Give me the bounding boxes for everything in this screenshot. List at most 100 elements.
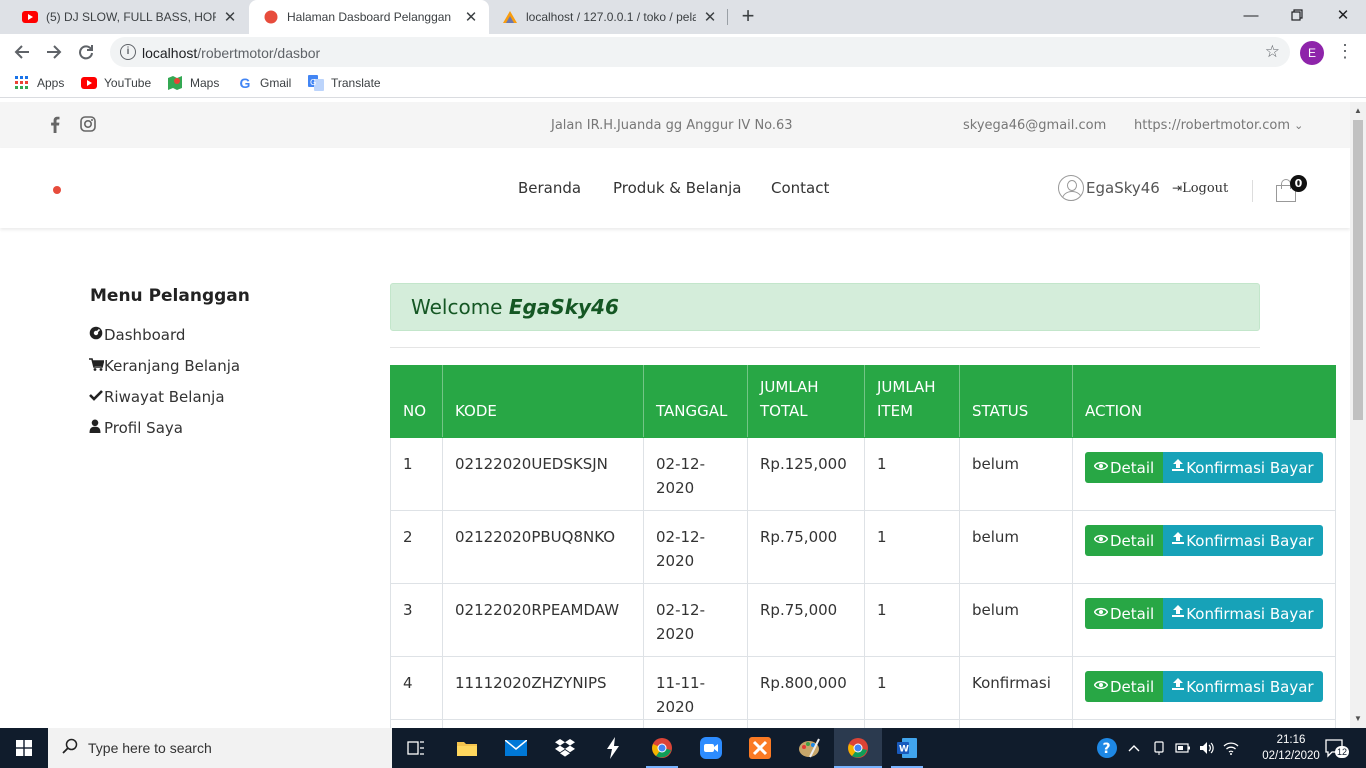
browser-toolbar: i localhost/robertmotor/dasbor ☆ E ⋮ bbox=[0, 34, 1366, 70]
dropbox-icon[interactable] bbox=[541, 728, 589, 768]
logout-label: Logout bbox=[1182, 181, 1229, 196]
xampp-icon[interactable] bbox=[736, 728, 784, 768]
windows-start-button[interactable] bbox=[0, 728, 48, 768]
sidebar-item-riwayat[interactable]: Riwayat Belanja bbox=[89, 388, 225, 406]
bookmark-apps[interactable]: Apps bbox=[14, 75, 64, 91]
nav-divider bbox=[1252, 180, 1253, 202]
nav-beranda[interactable]: Beranda bbox=[518, 179, 581, 197]
sidebar-item-profil[interactable]: Profil Saya bbox=[89, 419, 183, 437]
bookmark-star-icon[interactable]: ☆ bbox=[1265, 42, 1280, 62]
scroll-down-icon[interactable]: ▼ bbox=[1354, 714, 1362, 723]
website-dropdown[interactable]: https://robertmotor.com ⌄ bbox=[1134, 118, 1303, 133]
sign-out-icon: ⇥ bbox=[1172, 181, 1183, 195]
action-buttons: Detail Konfirmasi Bayar bbox=[1085, 452, 1323, 483]
notification-center-icon[interactable]: 12 bbox=[1322, 728, 1350, 768]
network-device-icon[interactable] bbox=[1148, 728, 1170, 768]
windows-taskbar: Type here to search W ? 21:16 02/12/2020… bbox=[0, 728, 1366, 768]
cell-total: Rp.800,000 bbox=[747, 656, 865, 720]
site-info-icon[interactable]: i bbox=[120, 44, 136, 60]
back-arrow-icon[interactable] bbox=[10, 40, 34, 64]
sidebar-title: Menu Pelanggan bbox=[90, 286, 250, 306]
close-window-icon[interactable]: ✕ bbox=[1320, 0, 1366, 30]
konfirmasi-bayar-button[interactable]: Konfirmasi Bayar bbox=[1163, 671, 1323, 702]
close-tab-icon[interactable]: ✕ bbox=[702, 8, 718, 26]
help-icon[interactable]: ? bbox=[1094, 728, 1120, 768]
chevron-up-icon[interactable] bbox=[1124, 728, 1144, 768]
bookmark-gmail[interactable]: G Gmail bbox=[237, 75, 292, 91]
wifi-icon[interactable] bbox=[1220, 728, 1242, 768]
minimize-icon[interactable]: — bbox=[1228, 0, 1274, 30]
bookmark-translate[interactable]: G Translate bbox=[308, 75, 381, 91]
nav-produk-belanja[interactable]: Produk & Belanja bbox=[613, 179, 742, 197]
file-explorer-icon[interactable] bbox=[443, 728, 491, 768]
scroll-up-icon[interactable]: ▲ bbox=[1354, 106, 1362, 115]
facebook-icon[interactable] bbox=[50, 116, 60, 137]
close-tab-icon[interactable]: ✕ bbox=[463, 8, 479, 26]
tab-title: localhost / 127.0.0.1 / toko / pela bbox=[526, 10, 696, 24]
battery-icon[interactable] bbox=[1172, 728, 1194, 768]
username: EgaSky46 bbox=[1086, 179, 1160, 197]
page-scrollbar[interactable]: ▲ ▼ bbox=[1350, 102, 1366, 728]
cell-tanggal: 02-12-2020 bbox=[643, 437, 748, 511]
lightning-app-icon[interactable] bbox=[589, 728, 637, 768]
detail-button[interactable]: Detail bbox=[1085, 452, 1164, 483]
cell-tanggal: 11-11-2020 bbox=[643, 656, 748, 720]
sidebar-item-keranjang[interactable]: Keranjang Belanja bbox=[89, 357, 240, 375]
chrome-icon[interactable] bbox=[638, 728, 686, 768]
store-email[interactable]: skyega46@gmail.com bbox=[963, 118, 1106, 133]
nav-contact[interactable]: Contact bbox=[771, 179, 829, 197]
eye-icon bbox=[1093, 602, 1109, 626]
tab-phpmyadmin[interactable]: localhost / 127.0.0.1 / toko / pela ✕ bbox=[488, 0, 728, 34]
eye-icon bbox=[1093, 675, 1109, 699]
detail-button[interactable]: Detail bbox=[1085, 525, 1164, 556]
user-account[interactable]: EgaSky46 bbox=[1058, 175, 1160, 201]
new-tab-button[interactable]: + bbox=[736, 5, 760, 29]
search-placeholder: Type here to search bbox=[88, 740, 212, 756]
logout-link[interactable]: ⇥Logout bbox=[1172, 181, 1228, 196]
scrollbar-thumb[interactable] bbox=[1353, 120, 1363, 420]
close-tab-icon[interactable]: ✕ bbox=[222, 8, 238, 26]
tab-youtube[interactable]: (5) DJ SLOW, FULL BASS, HOREG ✕ bbox=[8, 0, 248, 34]
reload-icon[interactable] bbox=[74, 40, 98, 64]
cell-no: 3 bbox=[390, 583, 443, 657]
mail-icon[interactable] bbox=[492, 728, 540, 768]
zoom-icon[interactable] bbox=[687, 728, 735, 768]
cell-tanggal: 02-12-2020 bbox=[643, 510, 748, 584]
taskbar-search[interactable]: Type here to search bbox=[48, 728, 392, 768]
volume-icon[interactable] bbox=[1196, 728, 1218, 768]
divider bbox=[390, 347, 1260, 348]
konfirmasi-bayar-button[interactable]: Konfirmasi Bayar bbox=[1163, 598, 1323, 629]
bookmark-youtube[interactable]: YouTube bbox=[81, 75, 151, 91]
task-view-icon[interactable] bbox=[392, 728, 440, 768]
browser-menu-icon[interactable]: ⋮ bbox=[1336, 42, 1354, 60]
apps-grid-icon bbox=[14, 75, 30, 91]
tab-divider bbox=[727, 9, 728, 25]
phpmyadmin-icon bbox=[502, 9, 518, 25]
google-icon: G bbox=[239, 75, 251, 91]
sidebar-item-dashboard[interactable]: Dashboard bbox=[89, 326, 185, 344]
forward-arrow-icon[interactable] bbox=[42, 40, 66, 64]
chrome-active-icon[interactable] bbox=[834, 728, 882, 768]
konfirmasi-bayar-button[interactable]: Konfirmasi Bayar bbox=[1163, 525, 1323, 556]
cell-tanggal: 02-12-2020 bbox=[643, 583, 748, 657]
word-icon[interactable]: W bbox=[883, 728, 931, 768]
cell-action: Detail Konfirmasi Bayar bbox=[1072, 437, 1336, 511]
paint-icon[interactable] bbox=[785, 728, 833, 768]
konfirmasi-bayar-button[interactable]: Konfirmasi Bayar bbox=[1163, 452, 1323, 483]
logo[interactable] bbox=[53, 186, 61, 194]
system-clock[interactable]: 21:16 02/12/2020 bbox=[1260, 732, 1322, 764]
cell-item: 1 bbox=[864, 656, 960, 720]
table-row: 4 11112020ZHZYNIPS 11-11-2020 Rp.800,000… bbox=[390, 656, 1336, 720]
detail-button[interactable]: Detail bbox=[1085, 598, 1164, 629]
address-bar[interactable]: i localhost/robertmotor/dasbor ☆ bbox=[110, 37, 1290, 67]
table-row: 2 02122020PBUQ8NKO 02-12-2020 Rp.75,000 … bbox=[390, 510, 1336, 584]
instagram-icon[interactable] bbox=[80, 116, 96, 136]
bookmark-maps[interactable]: Maps bbox=[167, 75, 219, 91]
profile-avatar[interactable]: E bbox=[1300, 41, 1324, 65]
restore-icon[interactable] bbox=[1274, 0, 1320, 30]
bookmark-label: YouTube bbox=[104, 76, 152, 90]
detail-button[interactable]: Detail bbox=[1085, 671, 1164, 702]
action-buttons: Detail Konfirmasi Bayar bbox=[1085, 671, 1323, 702]
detail-label: Detail bbox=[1110, 531, 1155, 550]
tab-dashboard[interactable]: Halaman Dasboard Pelanggan ✕ bbox=[249, 0, 489, 34]
